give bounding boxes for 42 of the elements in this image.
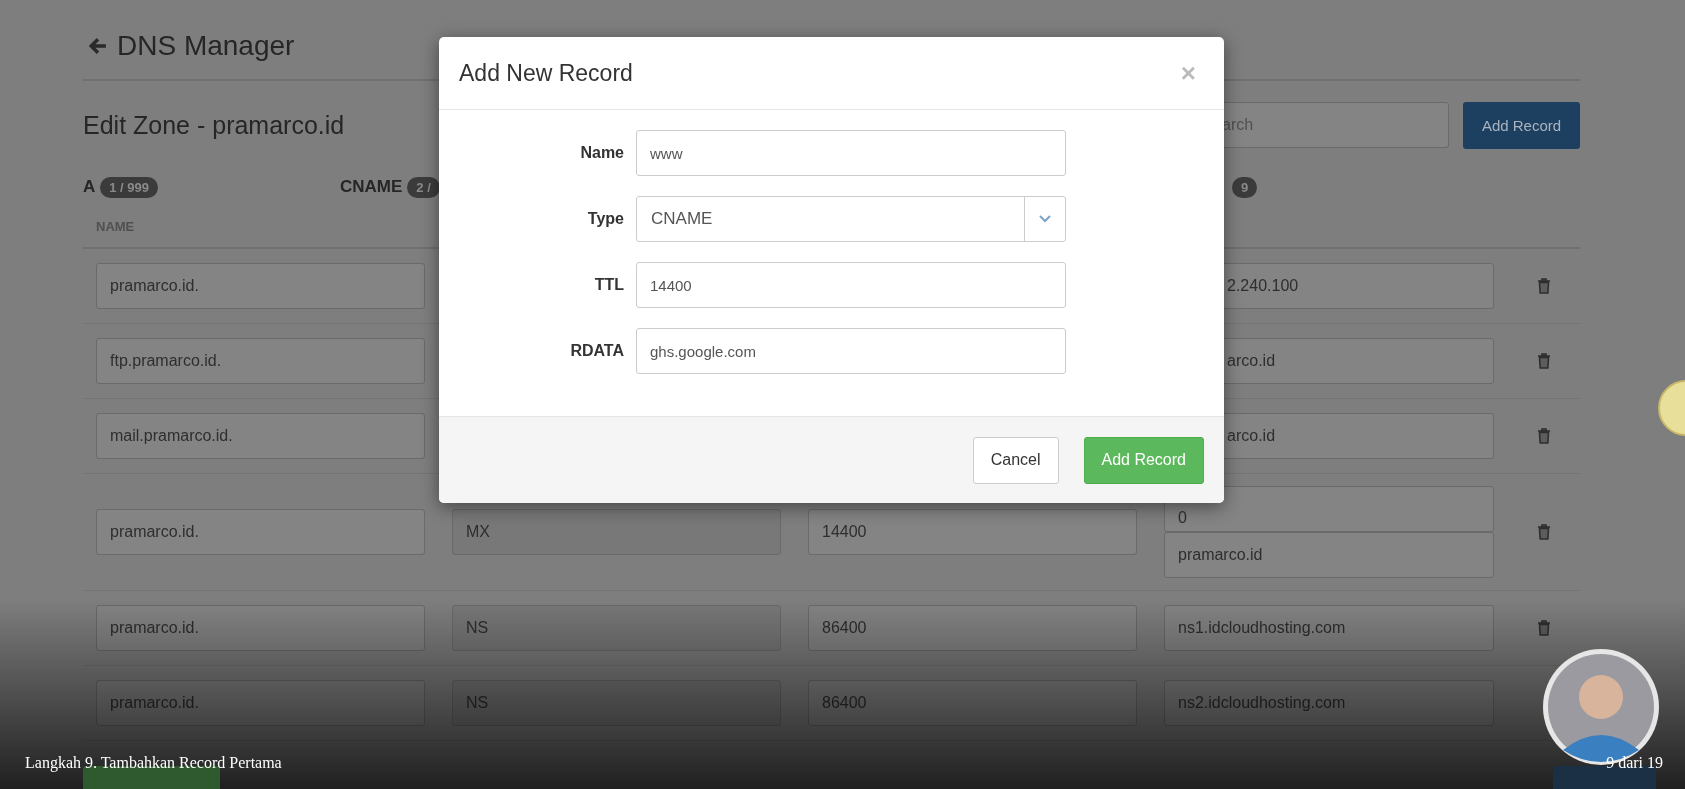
name-input[interactable]: pramarco.id. (96, 509, 425, 555)
rdata-input[interactable]: pramarco.id (1164, 532, 1494, 578)
name-input[interactable]: mail.pramarco.id. (96, 413, 425, 459)
record-count-badge: 2 / (407, 176, 440, 198)
input-field[interactable]: 14400 (636, 262, 1066, 308)
ttl-input[interactable]: 86400 (808, 605, 1137, 651)
trash-icon[interactable] (1537, 353, 1551, 369)
type-select[interactable]: CNAME (636, 196, 1066, 242)
name-input[interactable]: pramarco.id. (96, 605, 425, 651)
input-field[interactable]: www (636, 130, 1066, 176)
trash-icon[interactable] (1537, 524, 1551, 540)
name-input[interactable]: pramarco.id. (96, 263, 425, 309)
page-title: DNS Manager (117, 29, 295, 62)
step-caption: Langkah 9. Tambahkan Record Pertama (25, 754, 282, 772)
type-input[interactable]: NS (452, 605, 781, 651)
step-counter: 9 dari 19 (1606, 754, 1663, 772)
close-button[interactable]: × (1174, 57, 1202, 89)
rdata-input[interactable]: ns1.idcloudhosting.com (1164, 605, 1494, 651)
record-type-label[interactable]: A (83, 177, 96, 197)
record-count-badge: 1 / 999 (100, 176, 159, 198)
cancel-button[interactable]: Cancel (972, 436, 1059, 484)
input-field[interactable]: ghs.google.com (636, 328, 1066, 374)
field-label: Name (579, 144, 625, 162)
back-arrow-icon[interactable] (89, 36, 107, 55)
add-record-button[interactable]: Add Record (1463, 101, 1580, 149)
ttl-input[interactable]: 14400 (808, 509, 1137, 555)
field-label: TTL (593, 276, 625, 294)
trash-icon[interactable] (1537, 278, 1551, 294)
name-input[interactable]: ftp.pramarco.id. (96, 338, 425, 384)
dialog-title: Add New Record (459, 59, 633, 87)
chevron-down-icon (1039, 215, 1051, 223)
add-record-button[interactable]: Add Record (1083, 436, 1204, 484)
trash-icon[interactable] (1537, 428, 1551, 444)
zone-title: Edit Zone - pramarco.id (83, 110, 346, 140)
rdata-input[interactable]: 0 (1164, 486, 1494, 532)
action-button[interactable] (83, 766, 220, 789)
record-type-label[interactable]: CNAME (340, 177, 403, 197)
action-button[interactable] (1553, 766, 1656, 789)
type-input[interactable]: MX (452, 509, 781, 555)
record-count-badge: 9 (1232, 176, 1258, 198)
field-label: Type (586, 210, 625, 228)
field-label: RDATA (569, 342, 625, 360)
